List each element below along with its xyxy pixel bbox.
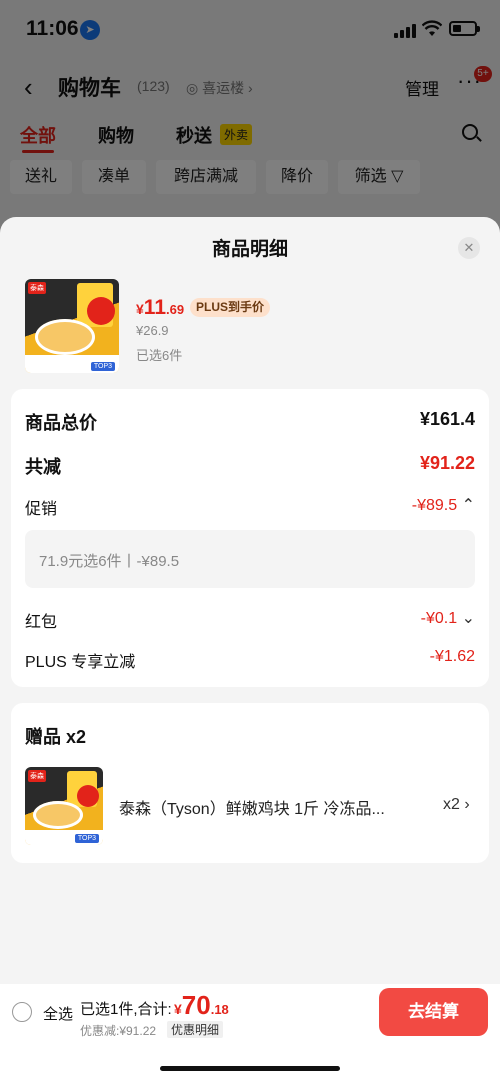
price-integer: 11: [143, 296, 166, 319]
price-summary-card: 商品总价 ¥161.4 共减 ¥91.22 促销 -¥89.5 ⌃ 71.9元选…: [11, 389, 489, 687]
home-indicator[interactable]: [160, 1066, 340, 1071]
total-currency: ¥: [174, 1001, 182, 1017]
product-thumbnail[interactable]: 泰森 TOP3: [25, 279, 119, 373]
plus-discount-label: PLUS 专享立减: [25, 654, 136, 671]
close-icon[interactable]: ✕: [458, 237, 480, 259]
thumb-rank-badge: TOP3: [90, 362, 115, 371]
product-detail-sheet: 商品明细 ✕ 泰森 TOP3 ¥11.69 PLUS到手价 ¥26.9 已选6件…: [0, 217, 500, 1082]
price-decimal: .69: [166, 302, 185, 317]
price-currency: ¥: [136, 301, 144, 317]
gift-thumb-promo-badge: [77, 785, 99, 807]
redpacket-label: 红包: [25, 614, 58, 631]
redpacket-value: -¥0.1: [420, 610, 458, 627]
product-price: ¥11.69: [136, 296, 184, 320]
gift-card: 赠品 x2 泰森 TOP3 泰森（Tyson）鲜嫩鸡块 1斤 冷冻品... x2…: [11, 703, 489, 863]
checkout-total: ¥70.18: [174, 990, 229, 1021]
sheet-title: 商品明细: [211, 239, 288, 260]
promo-detail-text: 71.9元选6件丨-¥89.5: [39, 553, 180, 570]
gift-thumb-food-plate: [33, 801, 83, 829]
gift-thumbnail[interactable]: 泰森 TOP3: [25, 767, 103, 845]
total-integer: 70: [181, 990, 211, 1020]
promo-detail-box: 71.9元选6件丨-¥89.5: [25, 530, 475, 588]
thumb-brand-label: 泰森: [28, 282, 46, 294]
checkout-button[interactable]: 去结算: [379, 988, 488, 1036]
discount-summary: 优惠减:¥91.22: [80, 1024, 157, 1038]
chevron-right-icon: ›: [464, 796, 470, 813]
redpacket-toggle[interactable]: -¥0.1 ⌄: [421, 608, 475, 628]
gift-thumb-rank-badge: TOP3: [74, 834, 99, 843]
plus-price-tag: PLUS到手价: [190, 298, 271, 317]
gift-thumb-brand-label: 泰森: [28, 770, 46, 782]
radio-unchecked-icon[interactable]: [12, 1002, 32, 1022]
total-value: ¥161.4: [419, 409, 475, 429]
chevron-down-icon: ⌄: [461, 610, 475, 627]
selected-count: 已选6件: [136, 348, 183, 363]
thumb-promo-badge: [87, 297, 115, 325]
chevron-up-icon: ⌃: [461, 497, 475, 514]
select-all-label[interactable]: 全选: [43, 1003, 73, 1024]
reduce-value: ¥91.22: [419, 453, 475, 473]
home-bar: [0, 1040, 500, 1082]
thumb-food-plate: [35, 319, 95, 355]
total-label: 商品总价: [25, 413, 97, 433]
promo-value: -¥89.5: [411, 497, 458, 514]
promo-label: 促销: [25, 501, 58, 518]
original-price: ¥26.9: [136, 323, 169, 338]
gift-title: 赠品 x2: [25, 727, 87, 747]
checkout-bar: 全选 已选1件,合计: ¥70.18 优惠减:¥91.22 优惠明细 去结算: [0, 984, 500, 1040]
gift-quantity[interactable]: x2 ›: [443, 796, 470, 814]
gift-product-name[interactable]: 泰森（Tyson）鲜嫩鸡块 1斤 冷冻品...: [119, 795, 419, 819]
promo-toggle[interactable]: -¥89.5 ⌃: [412, 495, 475, 515]
gift-qty-value: x2: [443, 796, 460, 813]
total-decimal: .18: [210, 1002, 229, 1017]
reduce-label: 共减: [25, 457, 61, 477]
selected-summary: 已选1件,合计:: [80, 1001, 172, 1018]
discount-detail-link[interactable]: 优惠明细: [167, 1021, 224, 1038]
plus-discount-value: -¥1.62: [429, 648, 475, 665]
